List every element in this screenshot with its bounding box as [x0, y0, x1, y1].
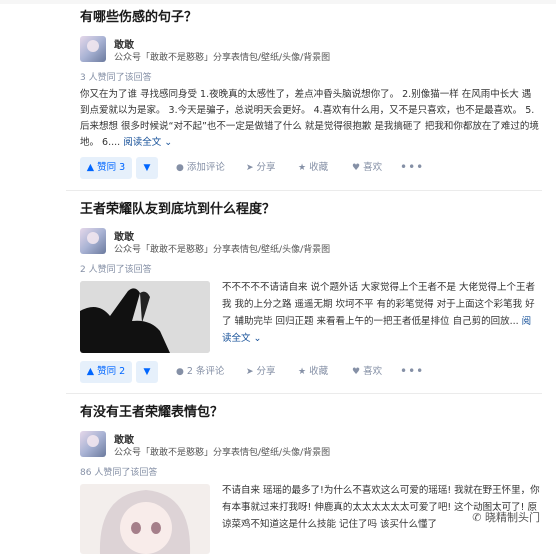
favorite-button[interactable]: ★ 收藏 [298, 157, 328, 179]
comment-button[interactable]: ● 添加评论 [176, 157, 225, 179]
like-button[interactable]: ♥ 喜欢 [352, 157, 382, 179]
action-bar: ▲ 赞同 3 ▼ ● 添加评论 ➤ 分享 ★ 收藏 ♥ 喜欢 ••• [80, 157, 540, 179]
question-title[interactable]: 有没有王者荣耀表情包？ [80, 405, 540, 421]
downvote-button[interactable]: ▼ [136, 157, 158, 179]
vote-count-text: 86 人赞同了该回答 [80, 468, 158, 478]
vote-count-text: 3 人赞同了该回答 [80, 73, 152, 83]
answer-thumbnail[interactable] [80, 484, 210, 554]
answer-card: 王者荣耀队友到底坑到什么程度？ 敢敢 公众号「敢敢不是憨憨」分享表情包/壁纸/头… [80, 202, 540, 383]
share-label: 分享 [256, 162, 276, 173]
upvote-button[interactable]: ▲ 赞同 2 [80, 361, 132, 383]
hand-silhouette-image [80, 281, 210, 353]
author-row: 敢敢 公众号「敢敢不是憨憨」分享表情包/壁纸/头像/背景图 [80, 228, 540, 258]
answer-thumbnail[interactable] [80, 281, 210, 353]
heart-icon: ♥ [352, 367, 361, 377]
comment-label: 添加评论 [186, 162, 225, 173]
comment-icon: ● [176, 163, 184, 173]
heart-icon: ♥ [352, 163, 361, 173]
anime-girl-image [80, 484, 210, 554]
question-title[interactable]: 有哪些伤感的句子？ [80, 10, 540, 26]
more-options-button[interactable]: ••• [400, 361, 424, 381]
top-border [0, 0, 556, 4]
share-button[interactable]: ➤ 分享 [246, 361, 276, 383]
answer-card: 有哪些伤感的句子？ 敢敢 公众号「敢敢不是憨憨」分享表情包/壁纸/头像/背景图 … [80, 10, 540, 179]
like-button[interactable]: ♥ 喜欢 [352, 361, 382, 383]
favorite-button[interactable]: ★ 收藏 [298, 361, 328, 383]
author-bio: 公众号「敢敢不是憨憨」分享表情包/壁纸/头像/背景图 [114, 245, 331, 255]
star-icon: ★ [298, 163, 307, 173]
like-label: 喜欢 [363, 366, 383, 377]
upvote-button[interactable]: ▲ 赞同 3 [80, 157, 132, 179]
excerpt-text: 不不不不不请请自来 说个题外话 大家觉得上个王者不是 大佬觉得上个王者 我 我的… [222, 282, 536, 327]
answer-preview[interactable]: 不不不不不请请自来 说个题外话 大家觉得上个王者不是 大佬觉得上个王者 我 我的… [80, 281, 540, 361]
comment-icon: ● [176, 367, 184, 377]
author-row: 敢敢 公众号「敢敢不是憨憨」分享表情包/壁纸/头像/背景图 [80, 36, 540, 66]
author-name[interactable]: 敢敢 [114, 431, 134, 446]
favorite-label: 收藏 [309, 162, 329, 173]
comment-label: 2 条评论 [186, 366, 225, 377]
more-options-button[interactable]: ••• [400, 157, 424, 177]
favorite-label: 收藏 [309, 366, 329, 377]
downvote-button[interactable]: ▼ [136, 361, 158, 383]
share-button[interactable]: ➤ 分享 [246, 157, 276, 179]
like-label: 喜欢 [363, 162, 383, 173]
share-icon: ➤ [246, 163, 254, 173]
share-label: 分享 [256, 366, 276, 377]
action-bar: ▲ 赞同 2 ▼ ● 2 条评论 ➤ 分享 ★ 收藏 ♥ 喜欢 ••• [80, 361, 540, 383]
question-title[interactable]: 王者荣耀队友到底坑到什么程度？ [80, 202, 540, 218]
avatar[interactable] [80, 36, 106, 62]
answer-preview[interactable]: 不请自来 瑶瑶的最多了!为什么不喜欢这么可爱的瑶瑶! 我就在野王怀里，你有本事就… [80, 484, 540, 554]
vote-count-text: 2 人赞同了该回答 [80, 265, 152, 275]
divider [66, 190, 542, 191]
answer-excerpt[interactable]: 你又在为了谁 寻找感同身受 1.夜晚真的太感性了，差点冲昏头脑说想你了。 2.别… [80, 87, 540, 151]
author-bio: 公众号「敢敢不是憨憨」分享表情包/壁纸/头像/背景图 [114, 53, 331, 63]
share-icon: ➤ [246, 367, 254, 377]
divider [66, 393, 542, 394]
avatar[interactable] [80, 228, 106, 254]
answer-card: 有没有王者荣耀表情包？ 敢敢 公众号「敢敢不是憨憨」分享表情包/壁纸/头像/背景… [80, 405, 540, 554]
author-name[interactable]: 敢敢 [114, 228, 134, 243]
watermark: ✆ 晓精制头门 [472, 511, 540, 524]
read-more-link[interactable]: 阅读全文 ⌄ [123, 137, 172, 148]
comment-button[interactable]: ● 2 条评论 [176, 361, 224, 383]
author-name[interactable]: 敢敢 [114, 36, 134, 51]
author-bio: 公众号「敢敢不是憨憨」分享表情包/壁纸/头像/背景图 [114, 448, 331, 458]
star-icon: ★ [298, 367, 307, 377]
avatar[interactable] [80, 431, 106, 457]
author-row: 敢敢 公众号「敢敢不是憨憨」分享表情包/壁纸/头像/背景图 [80, 431, 540, 461]
